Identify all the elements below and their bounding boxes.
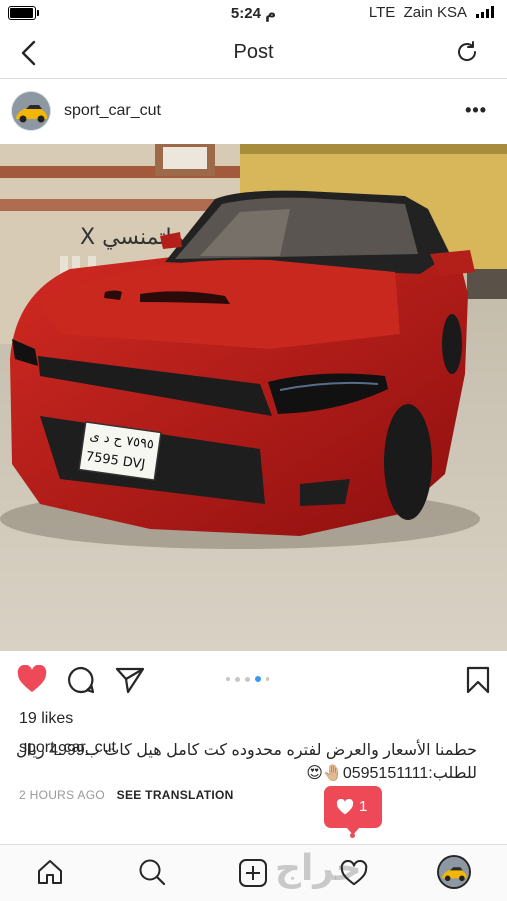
refresh-icon	[458, 41, 477, 61]
see-translation-link[interactable]: SEE TRANSLATION	[117, 788, 234, 802]
post-photo[interactable]: X ماتمنسي ٧٥٩٥ ح د ى 7595 DVJ	[0, 144, 507, 651]
carrier-label: LTE Zain KSA	[369, 4, 467, 21]
network-type: LTE	[368, 4, 396, 21]
avatar[interactable]	[12, 92, 50, 130]
carousel-dot	[234, 676, 240, 682]
like-count[interactable]: 19 likes	[19, 710, 73, 728]
post-username[interactable]: sport_car_cut	[64, 102, 161, 120]
carousel-indicator	[226, 676, 269, 682]
bookmark-icon	[466, 666, 490, 694]
comment-button[interactable]	[67, 666, 95, 694]
carrier-name: Zain KSA	[403, 4, 467, 21]
red-car-photo: X ماتمنسي ٧٥٩٥ ح د ى 7595 DVJ	[0, 144, 507, 651]
comment-icon	[68, 666, 95, 694]
home-icon	[38, 860, 62, 884]
save-button[interactable]	[466, 666, 490, 694]
heart-icon	[336, 799, 354, 815]
tab-add-post[interactable]	[238, 858, 268, 888]
signal-icon	[476, 6, 498, 18]
caption-text: حطمنا الأسعار والعرض لفتره محدوده كت كام…	[16, 742, 477, 782]
carousel-dot	[226, 677, 230, 681]
tab-activity[interactable]	[340, 860, 368, 886]
yellow-car-avatar-image	[439, 857, 469, 887]
carousel-dot-active	[254, 676, 261, 682]
carousel-dot	[244, 676, 250, 682]
like-button[interactable]	[17, 665, 47, 693]
tab-search[interactable]	[138, 858, 166, 886]
activity-dot	[350, 833, 355, 838]
yellow-car-avatar-image	[12, 92, 50, 130]
notification-count: 1	[359, 798, 368, 815]
page-title: Post	[233, 41, 274, 63]
activity-notification-bubble[interactable]: 1	[324, 786, 382, 835]
tab-home[interactable]	[36, 859, 64, 885]
share-button[interactable]	[115, 666, 145, 694]
search-icon	[139, 859, 166, 886]
post-meta: 2 HOURS AGO SEE TRANSLATION	[19, 788, 234, 802]
refresh-button[interactable]	[455, 40, 479, 64]
post-time: 2 HOURS AGO	[19, 788, 105, 802]
send-icon	[115, 667, 145, 694]
nav-bar: Post	[0, 26, 507, 79]
heart-filled-icon	[17, 665, 47, 692]
add-post-icon	[239, 859, 267, 887]
tab-profile-avatar[interactable]	[439, 857, 469, 887]
status-bar: 5:24 م LTE Zain KSA	[0, 0, 507, 26]
carousel-dot	[265, 677, 269, 681]
more-options-icon[interactable]: •••	[465, 100, 487, 121]
activity-heart-icon	[340, 860, 368, 886]
